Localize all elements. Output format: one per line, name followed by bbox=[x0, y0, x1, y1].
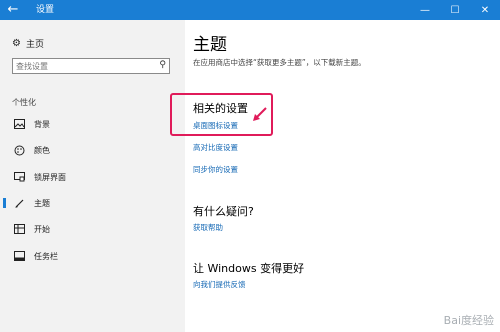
sidebar-item-label: 锁屏界面 bbox=[34, 172, 66, 182]
lock-screen-icon bbox=[12, 172, 26, 182]
get-help-link[interactable]: 获取帮助 bbox=[193, 222, 223, 233]
page-title: 主题 bbox=[193, 35, 227, 55]
feedback-heading: 让 Windows 变得更好 bbox=[193, 262, 305, 275]
sidebar-item-background[interactable]: 背景 bbox=[0, 116, 185, 132]
maximize-icon: ☐ bbox=[450, 4, 460, 16]
minimize-icon: — bbox=[420, 4, 430, 16]
sync-settings-link[interactable]: 同步你的设置 bbox=[193, 164, 238, 175]
back-arrow-icon: ← bbox=[7, 2, 19, 17]
search-input[interactable] bbox=[16, 60, 151, 72]
sidebar-item-theme[interactable]: 主题 bbox=[0, 195, 185, 211]
feedback-link[interactable]: 向我们提供反馈 bbox=[193, 279, 246, 290]
sidebar-item-label: 任务栏 bbox=[34, 251, 58, 261]
close-icon: ✕ bbox=[480, 4, 490, 16]
back-button[interactable]: ← bbox=[0, 0, 26, 20]
theme-brush-icon bbox=[12, 198, 26, 209]
minimize-button[interactable]: — bbox=[410, 0, 440, 20]
sidebar-item-label: 开始 bbox=[34, 224, 50, 234]
page-description: 在应用商店中选择“获取更多主题”，以下载新主题。 bbox=[193, 58, 366, 67]
active-indicator bbox=[3, 198, 6, 208]
sidebar-item-lock-screen[interactable]: 锁屏界面 bbox=[0, 169, 185, 185]
sidebar-item-label: 主题 bbox=[34, 198, 50, 208]
search-box[interactable]: ⚲ bbox=[12, 58, 170, 74]
background-icon bbox=[12, 119, 26, 129]
section-label: 个性化 bbox=[12, 98, 36, 107]
maximize-button[interactable]: ☐ bbox=[440, 0, 470, 20]
home-label: 主页 bbox=[26, 39, 45, 50]
sidebar-item-label: 颜色 bbox=[34, 145, 50, 155]
home-nav-item[interactable]: ⚙ 主页 bbox=[12, 36, 44, 50]
sidebar-item-color[interactable]: 颜色 bbox=[0, 142, 185, 158]
close-button[interactable]: ✕ bbox=[470, 0, 500, 20]
search-icon[interactable]: ⚲ bbox=[159, 60, 166, 70]
gear-icon: ⚙ bbox=[12, 37, 21, 49]
taskbar-icon bbox=[12, 251, 26, 261]
start-icon bbox=[12, 224, 26, 234]
annotation-arrow-icon bbox=[253, 107, 267, 121]
window-title: 设置 bbox=[36, 5, 55, 15]
sidebar: ⚙ 主页 ⚲ 个性化 背景 颜色 锁屏界面 主题 开始 bbox=[0, 20, 185, 332]
title-bar: ← 设置 — ☐ ✕ bbox=[0, 0, 500, 20]
sidebar-item-start[interactable]: 开始 bbox=[0, 221, 185, 237]
watermark: Bai度经验 bbox=[443, 314, 494, 327]
question-heading: 有什么疑问? bbox=[193, 205, 254, 218]
high-contrast-settings-link[interactable]: 高对比度设置 bbox=[193, 142, 238, 153]
main-content: 主题 在应用商店中选择“获取更多主题”，以下载新主题。 相关的设置 桌面图标设置… bbox=[185, 20, 500, 332]
sidebar-item-label: 背景 bbox=[34, 119, 50, 129]
sidebar-item-taskbar[interactable]: 任务栏 bbox=[0, 248, 185, 264]
color-palette-icon bbox=[12, 145, 26, 156]
